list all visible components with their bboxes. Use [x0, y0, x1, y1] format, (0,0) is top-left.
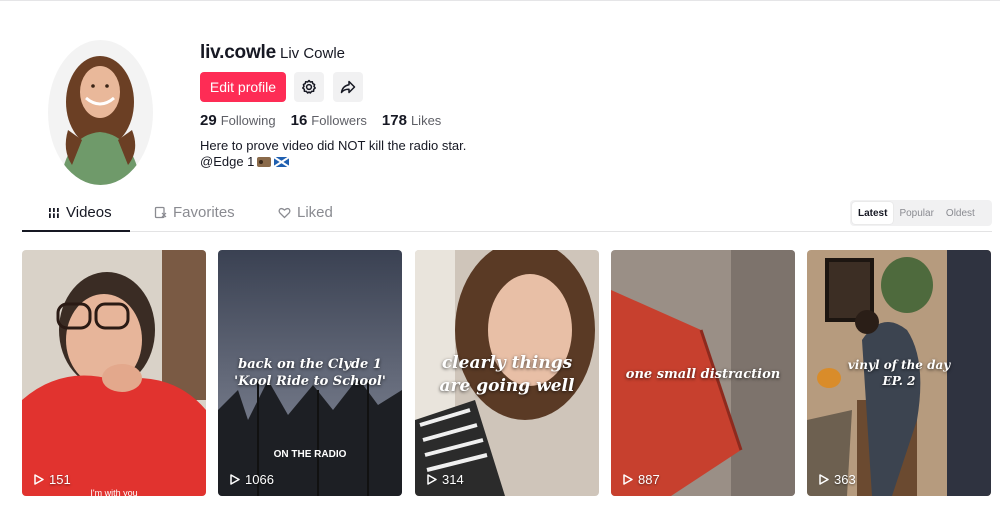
edit-profile-button[interactable]: Edit profile [200, 72, 286, 102]
heart-icon [278, 207, 291, 219]
video-caption: one small distraction [611, 366, 795, 383]
video-caption: clearly things are going well [415, 352, 599, 398]
active-tab-indicator [22, 230, 130, 232]
video-overlay-text: I'm with you [90, 488, 138, 496]
play-icon [34, 474, 44, 485]
video-card[interactable]: back on the Clyde 1 'Kool Ride to School… [218, 250, 402, 496]
video-card[interactable]: clearly things are going well 314 [415, 250, 599, 496]
video-caption-line-1: clearly things [441, 353, 573, 373]
avatar[interactable] [48, 40, 153, 185]
view-count-value: 314 [442, 472, 464, 487]
likes-count: 178 [381, 112, 407, 129]
tab-videos[interactable]: Videos [48, 204, 112, 221]
followers-stat[interactable]: 16 Followers [291, 112, 367, 129]
likes-label: Likes [410, 113, 442, 128]
likes-stat: 178 Likes [382, 112, 441, 129]
followers-label: Followers [311, 113, 367, 128]
tab-liked-label: Liked [297, 204, 333, 221]
view-count-value: 151 [49, 472, 71, 487]
video-caption-line-1: back on the Clyde 1 [238, 357, 382, 372]
bookmark-icon [154, 206, 167, 219]
sort-toggle: Latest Popular Oldest [850, 200, 992, 226]
bio-line-2-wrap: @Edge 1 [200, 154, 466, 170]
view-count: 151 [34, 472, 71, 487]
view-count: 363 [819, 472, 856, 487]
sort-latest[interactable]: Latest [852, 202, 894, 224]
tab-videos-label: Videos [66, 204, 112, 221]
profile-tabs: Videos Favorites Liked [22, 196, 992, 232]
video-caption: back on the Clyde 1 'Kool Ride to School… [218, 356, 402, 390]
profile-stats: 29 Following 16 Followers 178 Likes [200, 112, 441, 129]
top-divider [0, 0, 1000, 3]
followers-count: 16 [290, 112, 308, 129]
play-icon [819, 474, 829, 485]
bio-line-1: Here to prove video did NOT kill the rad… [200, 138, 467, 153]
play-icon [427, 474, 437, 485]
tab-favorites[interactable]: Favorites [154, 204, 235, 221]
video-caption-line-1: one small distraction [625, 367, 781, 382]
gear-icon [302, 79, 316, 94]
grid-bars-icon [48, 207, 60, 218]
view-count-value: 1066 [245, 472, 274, 487]
following-stat[interactable]: 29 Following [200, 112, 276, 129]
video-caption-line-1: vinyl of the day [847, 358, 951, 372]
view-count-value: 887 [638, 472, 660, 487]
radio-emoji-icon [257, 157, 272, 167]
following-count: 29 [200, 112, 217, 129]
video-card[interactable]: I'm with you 151 [22, 250, 206, 496]
sort-popular[interactable]: Popular [893, 202, 939, 224]
nickname: Liv Cowle [280, 45, 346, 62]
view-count: 1066 [230, 472, 274, 487]
video-overlay-text: ON THE RADIO [273, 449, 347, 460]
video-caption: vinyl of the day EP. 2 [807, 357, 991, 389]
view-count: 887 [623, 472, 660, 487]
share-icon [340, 80, 356, 94]
play-icon [230, 474, 240, 485]
video-card[interactable]: vinyl of the day EP. 2 363 [807, 250, 991, 496]
sort-oldest[interactable]: Oldest [940, 202, 981, 224]
following-label: Following [220, 113, 276, 128]
video-grid: I'm with you 151 back on the Clyde 1 'Ko… [22, 250, 992, 496]
bio-line-2: @Edge 1 [200, 154, 255, 169]
video-caption-line-2: 'Kool Ride to School' [234, 374, 386, 389]
tab-liked[interactable]: Liked [278, 204, 333, 221]
play-icon [623, 474, 633, 485]
profile-bio: Here to prove video did NOT kill the rad… [200, 138, 466, 170]
view-count-value: 363 [834, 472, 856, 487]
video-thumbnail [22, 250, 206, 496]
view-count: 314 [427, 472, 464, 487]
settings-button[interactable] [294, 72, 324, 102]
scotland-flag-icon [274, 157, 290, 167]
video-card[interactable]: one small distraction 887 [611, 250, 795, 496]
share-profile-button[interactable] [333, 72, 363, 102]
video-caption-line-2: EP. 2 [882, 374, 916, 388]
username: liv.cowle [200, 42, 276, 63]
tab-favorites-label: Favorites [173, 204, 235, 221]
video-caption-line-2: are going well [439, 376, 575, 396]
